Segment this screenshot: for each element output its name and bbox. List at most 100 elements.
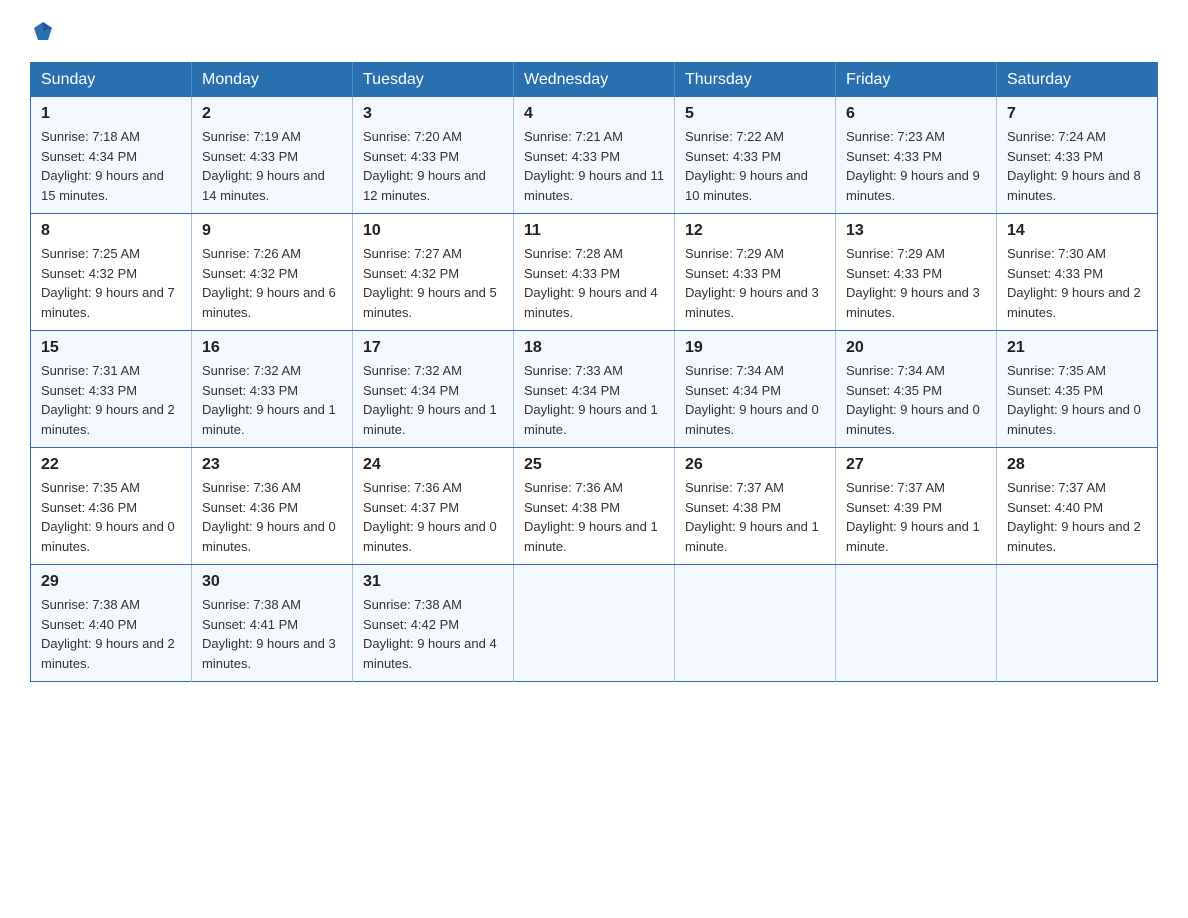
day-info: Sunrise: 7:22 AMSunset: 4:33 PMDaylight:… — [685, 127, 825, 205]
day-info: Sunrise: 7:21 AMSunset: 4:33 PMDaylight:… — [524, 127, 664, 205]
calendar-table: SundayMondayTuesdayWednesdayThursdayFrid… — [30, 62, 1158, 682]
day-number: 2 — [202, 105, 342, 123]
day-info: Sunrise: 7:36 AMSunset: 4:36 PMDaylight:… — [202, 478, 342, 556]
calendar-cell: 28 Sunrise: 7:37 AMSunset: 4:40 PMDayligh… — [997, 448, 1158, 565]
calendar-cell — [675, 565, 836, 682]
day-info: Sunrise: 7:20 AMSunset: 4:33 PMDaylight:… — [363, 127, 503, 205]
day-number: 25 — [524, 456, 664, 474]
day-info: Sunrise: 7:32 AMSunset: 4:33 PMDaylight:… — [202, 361, 342, 439]
day-number: 22 — [41, 456, 181, 474]
day-number: 30 — [202, 573, 342, 591]
day-info: Sunrise: 7:29 AMSunset: 4:33 PMDaylight:… — [685, 244, 825, 322]
calendar-cell: 12 Sunrise: 7:29 AMSunset: 4:33 PMDayligh… — [675, 214, 836, 331]
calendar-cell: 4Sunrise: 7:21 AMSunset: 4:33 PMDaylight… — [514, 97, 675, 214]
day-number: 3 — [363, 105, 503, 123]
day-info: Sunrise: 7:33 AMSunset: 4:34 PMDaylight:… — [524, 361, 664, 439]
calendar-cell: 7 Sunrise: 7:24 AMSunset: 4:33 PMDaylight… — [997, 97, 1158, 214]
calendar-week-row: 8 Sunrise: 7:25 AMSunset: 4:32 PMDaylight… — [31, 214, 1158, 331]
column-header-thursday: Thursday — [675, 63, 836, 98]
day-number: 18 — [524, 339, 664, 357]
day-number: 11 — [524, 222, 664, 240]
day-number: 12 — [685, 222, 825, 240]
logo-flag-icon — [32, 20, 54, 42]
day-info: Sunrise: 7:27 AMSunset: 4:32 PMDaylight:… — [363, 244, 503, 322]
column-header-monday: Monday — [192, 63, 353, 98]
day-number: 15 — [41, 339, 181, 357]
day-number: 13 — [846, 222, 986, 240]
day-info: Sunrise: 7:34 AMSunset: 4:35 PMDaylight:… — [846, 361, 986, 439]
day-number: 5 — [685, 105, 825, 123]
calendar-cell: 25 Sunrise: 7:36 AMSunset: 4:38 PMDayligh… — [514, 448, 675, 565]
day-number: 26 — [685, 456, 825, 474]
calendar-cell: 5 Sunrise: 7:22 AMSunset: 4:33 PMDaylight… — [675, 97, 836, 214]
calendar-cell: 26 Sunrise: 7:37 AMSunset: 4:38 PMDayligh… — [675, 448, 836, 565]
day-number: 23 — [202, 456, 342, 474]
calendar-cell: 6Sunrise: 7:23 AMSunset: 4:33 PMDaylight… — [836, 97, 997, 214]
calendar-cell: 8 Sunrise: 7:25 AMSunset: 4:32 PMDaylight… — [31, 214, 192, 331]
calendar-cell: 16 Sunrise: 7:32 AMSunset: 4:33 PMDayligh… — [192, 331, 353, 448]
day-number: 28 — [1007, 456, 1147, 474]
calendar-cell: 27 Sunrise: 7:37 AMSunset: 4:39 PMDayligh… — [836, 448, 997, 565]
day-info: Sunrise: 7:23 AMSunset: 4:33 PMDaylight:… — [846, 127, 986, 205]
day-number: 16 — [202, 339, 342, 357]
day-number: 7 — [1007, 105, 1147, 123]
day-info: Sunrise: 7:31 AMSunset: 4:33 PMDaylight:… — [41, 361, 181, 439]
calendar-cell — [514, 565, 675, 682]
calendar-cell: 19Sunrise: 7:34 AMSunset: 4:34 PMDayligh… — [675, 331, 836, 448]
day-info: Sunrise: 7:25 AMSunset: 4:32 PMDaylight:… — [41, 244, 181, 322]
calendar-week-row: 15 Sunrise: 7:31 AMSunset: 4:33 PMDayligh… — [31, 331, 1158, 448]
day-number: 29 — [41, 573, 181, 591]
day-number: 21 — [1007, 339, 1147, 357]
day-info: Sunrise: 7:36 AMSunset: 4:37 PMDaylight:… — [363, 478, 503, 556]
calendar-cell — [836, 565, 997, 682]
column-header-saturday: Saturday — [997, 63, 1158, 98]
day-number: 27 — [846, 456, 986, 474]
day-info: Sunrise: 7:29 AMSunset: 4:33 PMDaylight:… — [846, 244, 986, 322]
day-info: Sunrise: 7:35 AMSunset: 4:36 PMDaylight:… — [41, 478, 181, 556]
day-number: 8 — [41, 222, 181, 240]
column-header-wednesday: Wednesday — [514, 63, 675, 98]
calendar-cell — [997, 565, 1158, 682]
calendar-cell: 13 Sunrise: 7:29 AMSunset: 4:33 PMDayligh… — [836, 214, 997, 331]
calendar-cell: 30 Sunrise: 7:38 AMSunset: 4:41 PMDayligh… — [192, 565, 353, 682]
day-info: Sunrise: 7:38 AMSunset: 4:41 PMDaylight:… — [202, 595, 342, 673]
day-info: Sunrise: 7:28 AMSunset: 4:33 PMDaylight:… — [524, 244, 664, 322]
day-info: Sunrise: 7:37 AMSunset: 4:38 PMDaylight:… — [685, 478, 825, 556]
calendar-cell: 24 Sunrise: 7:36 AMSunset: 4:37 PMDayligh… — [353, 448, 514, 565]
calendar-cell: 9 Sunrise: 7:26 AMSunset: 4:32 PMDaylight… — [192, 214, 353, 331]
calendar-cell: 17 Sunrise: 7:32 AMSunset: 4:34 PMDayligh… — [353, 331, 514, 448]
day-info: Sunrise: 7:38 AMSunset: 4:42 PMDaylight:… — [363, 595, 503, 673]
day-number: 1 — [41, 105, 181, 123]
calendar-cell: 22 Sunrise: 7:35 AMSunset: 4:36 PMDayligh… — [31, 448, 192, 565]
calendar-cell: 1Sunrise: 7:18 AMSunset: 4:34 PMDaylight… — [31, 97, 192, 214]
day-info: Sunrise: 7:35 AMSunset: 4:35 PMDaylight:… — [1007, 361, 1147, 439]
calendar-cell: 10 Sunrise: 7:27 AMSunset: 4:32 PMDayligh… — [353, 214, 514, 331]
calendar-cell: 14 Sunrise: 7:30 AMSunset: 4:33 PMDayligh… — [997, 214, 1158, 331]
column-header-friday: Friday — [836, 63, 997, 98]
calendar-cell: 15 Sunrise: 7:31 AMSunset: 4:33 PMDayligh… — [31, 331, 192, 448]
day-info: Sunrise: 7:19 AMSunset: 4:33 PMDaylight:… — [202, 127, 342, 205]
calendar-cell: 3 Sunrise: 7:20 AMSunset: 4:33 PMDaylight… — [353, 97, 514, 214]
day-info: Sunrise: 7:37 AMSunset: 4:39 PMDaylight:… — [846, 478, 986, 556]
day-number: 10 — [363, 222, 503, 240]
day-number: 9 — [202, 222, 342, 240]
day-info: Sunrise: 7:32 AMSunset: 4:34 PMDaylight:… — [363, 361, 503, 439]
column-header-sunday: Sunday — [31, 63, 192, 98]
calendar-header-row: SundayMondayTuesdayWednesdayThursdayFrid… — [31, 63, 1158, 98]
day-info: Sunrise: 7:26 AMSunset: 4:32 PMDaylight:… — [202, 244, 342, 322]
day-number: 24 — [363, 456, 503, 474]
calendar-week-row: 22 Sunrise: 7:35 AMSunset: 4:36 PMDayligh… — [31, 448, 1158, 565]
calendar-cell: 11 Sunrise: 7:28 AMSunset: 4:33 PMDayligh… — [514, 214, 675, 331]
calendar-cell: 2 Sunrise: 7:19 AMSunset: 4:33 PMDaylight… — [192, 97, 353, 214]
calendar-cell: 23 Sunrise: 7:36 AMSunset: 4:36 PMDayligh… — [192, 448, 353, 565]
day-number: 17 — [363, 339, 503, 357]
day-info: Sunrise: 7:24 AMSunset: 4:33 PMDaylight:… — [1007, 127, 1147, 205]
day-info: Sunrise: 7:37 AMSunset: 4:40 PMDaylight:… — [1007, 478, 1147, 556]
day-info: Sunrise: 7:36 AMSunset: 4:38 PMDaylight:… — [524, 478, 664, 556]
calendar-cell: 31Sunrise: 7:38 AMSunset: 4:42 PMDayligh… — [353, 565, 514, 682]
day-number: 14 — [1007, 222, 1147, 240]
day-info: Sunrise: 7:30 AMSunset: 4:33 PMDaylight:… — [1007, 244, 1147, 322]
day-info: Sunrise: 7:34 AMSunset: 4:34 PMDaylight:… — [685, 361, 825, 439]
calendar-week-row: 29Sunrise: 7:38 AMSunset: 4:40 PMDayligh… — [31, 565, 1158, 682]
day-number: 20 — [846, 339, 986, 357]
